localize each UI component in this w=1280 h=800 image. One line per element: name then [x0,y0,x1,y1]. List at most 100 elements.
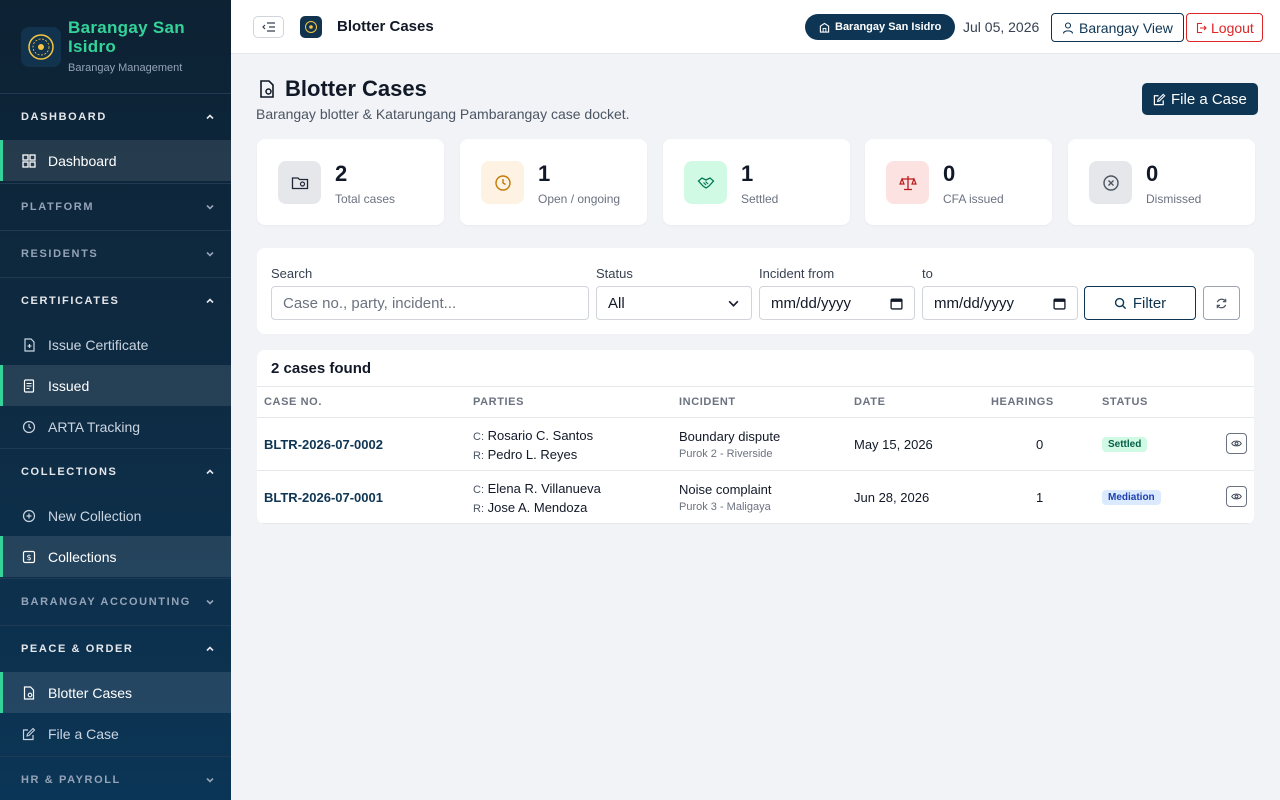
nav-section-residents: RESIDENTS [0,231,231,277]
view-case-button[interactable] [1226,486,1247,507]
logout-label: Logout [1211,19,1254,36]
calendar-icon[interactable] [890,297,903,310]
stat-label: Open / ongoing [538,192,621,206]
date-placeholder: mm/dd/yyyy [771,294,852,312]
chevron-down-icon [206,599,214,605]
search-label: Search [271,266,313,281]
folder-search-icon [278,161,321,204]
chevron-up-icon [206,298,214,304]
column-header-status[interactable]: STATUS [1102,396,1148,408]
complainant-prefix: C: [473,431,484,443]
section-toggle-peace-order[interactable]: PEACE & ORDER [0,626,231,672]
table-row[interactable]: BLTR-2026-07-0001 C: Elena R. Villanueva… [257,471,1254,524]
incident-from-date-input[interactable]: mm/dd/yyyy [759,286,915,320]
section-toggle-dashboard[interactable]: DASHBOARD [0,94,231,140]
column-header-incident[interactable]: INCIDENT [679,396,736,408]
sidebar-item-arta-tracking[interactable]: ARTA Tracking [0,406,231,447]
eye-icon [1231,493,1242,500]
calendar-icon[interactable] [1053,297,1066,310]
sidebar-item-file-a-case[interactable]: File a Case [0,713,231,754]
section-toggle-certificates[interactable]: CERTIFICATES [0,278,231,324]
sidebar-item-issue-certificate[interactable]: Issue Certificate [0,324,231,365]
incident-type: Boundary dispute [679,429,781,444]
nav-section-peace-order: PEACE & ORDER Blotter Cases File a Case [0,626,231,754]
column-header-case-no[interactable]: CASE NO. [264,396,322,408]
sidebar-item-label: File a Case [48,725,119,742]
sidebar-item-blotter-cases[interactable]: Blotter Cases [0,672,231,713]
incident-to-label: to [922,266,933,281]
section-label: COLLECTIONS [21,466,118,478]
barangay-badge[interactable]: Barangay San Isidro [805,14,956,40]
sidebar-item-new-collection[interactable]: New Collection [0,495,231,536]
chevron-down-icon [206,251,214,257]
stat-label: Total cases [335,192,396,206]
section-label: DASHBOARD [21,111,107,123]
stat-label: Dismissed [1146,192,1202,206]
status-label: Status [596,266,633,281]
respondent-prefix: R: [473,503,484,515]
stat-value: 1 [538,161,551,186]
barangay-seal-icon [21,27,61,67]
brand: Barangay San Isidro Barangay Management [0,0,231,94]
stat-value: 0 [1146,161,1159,186]
stat-card-open: 1 Open / ongoing [460,139,647,225]
section-toggle-hr-payroll[interactable]: HR & PAYROLL [0,757,231,800]
case-number-link[interactable]: BLTR-2026-07-0001 [264,490,383,505]
section-toggle-accounting[interactable]: BARANGAY ACCOUNTING [0,579,231,625]
search-input[interactable]: Case no., party, incident... [271,286,589,320]
chevron-up-icon [206,469,214,475]
file-search-icon [260,80,274,98]
column-header-hearings[interactable]: HEARINGS [991,396,1054,408]
respondent-name: Pedro L. Reyes [487,447,578,462]
table-row[interactable]: BLTR-2026-07-0002 C: Rosario C. Santos R… [257,418,1254,471]
section-label: HR & PAYROLL [21,774,121,786]
complainant-prefix: C: [473,484,484,496]
sidebar-item-issued[interactable]: Issued [0,365,231,406]
chevron-up-icon [206,114,214,120]
column-header-date[interactable]: DATE [854,396,886,408]
section-toggle-platform[interactable]: PLATFORM [0,184,231,230]
section-label: PLATFORM [21,201,95,213]
incident-date: Jun 28, 2026 [854,490,930,505]
view-case-button[interactable] [1226,433,1247,454]
file-search-icon [23,685,35,700]
stat-card-settled: 1 Settled [663,139,850,225]
barangay-badge-label: Barangay San Isidro [835,21,942,33]
scale-icon [886,161,929,204]
filter-button-label: Filter [1132,294,1167,312]
case-number-link[interactable]: BLTR-2026-07-0002 [264,437,383,452]
complainant: C: Rosario C. Santos [473,428,593,443]
current-date: Jul 05, 2026 [963,19,1040,35]
nav-section-collections: COLLECTIONS New Collection $ Collections [0,449,231,577]
filter-button[interactable]: Filter [1084,286,1196,320]
plus-circle-icon [22,509,36,522]
incident-type: Noise complaint [679,482,772,497]
section-toggle-residents[interactable]: RESIDENTS [0,231,231,277]
reset-filters-button[interactable] [1203,286,1240,320]
sidebar-item-dashboard[interactable]: Dashboard [0,140,231,181]
nav-section-dashboard: DASHBOARD Dashboard [0,94,231,181]
complainant-name: Elena R. Villanueva [487,481,601,496]
file-a-case-button[interactable]: File a Case [1142,83,1258,115]
section-toggle-collections[interactable]: COLLECTIONS [0,449,231,495]
nav-section-platform: PLATFORM [0,184,231,230]
column-header-parties[interactable]: PARTIES [473,396,524,408]
cases-table: 2 cases found CASE NO. PARTIES INCIDENT … [257,350,1254,524]
incident-to-date-input[interactable]: mm/dd/yyyy [922,286,1078,320]
barangay-view-button[interactable]: Barangay View [1051,13,1184,42]
pencil-square-icon [1153,93,1166,105]
chevron-down-icon [206,777,214,783]
logout-button[interactable]: Logout [1186,13,1263,42]
nav-section-hr-payroll: HR & PAYROLL [0,757,231,800]
chevron-down-icon [206,204,214,210]
refresh-icon [1216,298,1227,308]
status-select[interactable]: All [596,286,752,320]
sidebar-item-label: Issue Certificate [48,336,149,353]
section-label: BARANGAY ACCOUNTING [21,596,191,608]
complainant-name: Rosario C. Santos [487,428,594,443]
sidebar-toggle-button[interactable] [253,16,284,38]
stat-card-dismissed: 0 Dismissed [1068,139,1255,225]
sidebar-item-label: ARTA Tracking [48,418,141,435]
file-plus-icon [24,337,35,352]
sidebar-item-collections[interactable]: $ Collections [0,536,231,577]
